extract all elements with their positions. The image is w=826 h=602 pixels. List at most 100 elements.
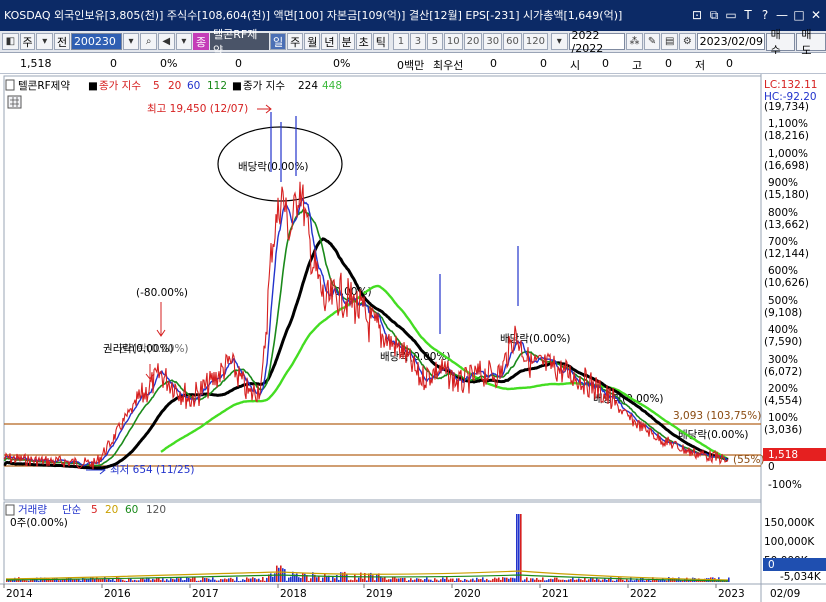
period-tab-1[interactable]: 주: [287, 33, 304, 50]
restore-icon[interactable]: ⧉: [708, 0, 720, 31]
chevron-down-icon[interactable]: ▾: [36, 33, 54, 50]
axis-price-0: (19,734): [764, 101, 809, 113]
interval-tab-120[interactable]: 120: [522, 33, 548, 50]
window-icon[interactable]: ▭: [725, 0, 737, 31]
best-bid-label: 최우선: [433, 59, 464, 72]
interval-tab-10[interactable]: 10: [443, 33, 463, 50]
help-icon[interactable]: ⊡: [691, 0, 703, 31]
sell-button[interactable]: 매도: [796, 28, 826, 57]
draw-icon[interactable]: ✎: [643, 33, 661, 50]
period-tab-6[interactable]: 틱: [372, 33, 389, 50]
axis-pct-8: 400%: [768, 324, 798, 336]
volume-bar: [262, 577, 264, 582]
period-unit-select[interactable]: 주: [19, 33, 36, 50]
volume-bar: [554, 577, 556, 582]
volume-bar: [470, 579, 472, 582]
volume-bar: [264, 580, 266, 582]
volume-bar: [238, 581, 240, 582]
date-input[interactable]: 2023/02/09: [696, 33, 765, 50]
period-tab-3[interactable]: 년: [321, 33, 338, 50]
chart-canvas[interactable]: 텔콘RF제약 ■ 종가 지수 5 20 60 112 ■ 종가 지수 224 4…: [0, 74, 826, 602]
minus100-axis: -100%: [768, 479, 802, 491]
gear-icon[interactable]: ⚙: [679, 33, 696, 50]
volume-bar: [26, 580, 28, 582]
code-dropdown-icon[interactable]: ▾: [122, 33, 140, 50]
stock-code-input[interactable]: 200230: [70, 33, 122, 50]
speaker-dropdown-icon[interactable]: ▾: [175, 33, 193, 50]
axis-pct-6: 600%: [768, 265, 798, 277]
volume-bar: [542, 577, 544, 582]
speaker-icon[interactable]: ◀: [157, 33, 175, 50]
volume-bar: [588, 579, 590, 582]
volume-bar: [126, 581, 128, 582]
axis-price-11: (3,036): [764, 424, 802, 436]
period-tab-5[interactable]: 초: [355, 33, 372, 50]
volume-bar: [304, 573, 306, 582]
price-chart[interactable]: 텔콘RF제약 ■ 종가 지수 5 20 60 112 ■ 종가 지수 224 4…: [0, 74, 826, 602]
volume-bar: [392, 577, 394, 582]
volume-bar: [520, 514, 522, 582]
range-dropdown-icon[interactable]: ▾: [550, 33, 568, 50]
volume-bar: [480, 579, 482, 582]
axis-price-1: (18,216): [764, 130, 809, 142]
buy-button[interactable]: 매수: [765, 28, 796, 57]
volume-bar: [532, 578, 534, 582]
period-tab-2[interactable]: 월: [304, 33, 321, 50]
volume-bar: [186, 577, 188, 582]
prev-button[interactable]: 전: [54, 33, 70, 50]
price-change: 0: [110, 57, 117, 70]
interval-tab-30[interactable]: 30: [483, 33, 503, 50]
toolbar: ◧ 주 ▾ 전 200230 ▾ ⌕ ◀ ▾ 종 텔콘RF제약 일주월년분초틱 …: [0, 28, 826, 57]
volume-bar: [484, 580, 486, 582]
font-icon[interactable]: T: [742, 0, 754, 31]
range-input[interactable]: 2022 /2022: [568, 29, 626, 55]
volume-bar: [354, 574, 356, 582]
layout-icon[interactable]: ◧: [2, 33, 19, 50]
ask-price: 0: [540, 57, 547, 70]
volume-bar: [346, 573, 348, 582]
volume-bar: [550, 578, 552, 582]
volume-bar: [658, 580, 660, 582]
interval-tab-5[interactable]: 5: [426, 33, 443, 50]
period-tab-0[interactable]: 일: [270, 33, 287, 50]
cursor-date-label: 02/09: [770, 588, 800, 600]
low-price: 0: [726, 57, 733, 70]
volume-bar: [280, 565, 282, 582]
axis-price-3: (15,180): [764, 189, 809, 201]
volume-bar: [552, 579, 554, 582]
axis-price-5: (12,144): [764, 248, 809, 260]
volume-bar: [298, 577, 300, 582]
axis-pct-9: 300%: [768, 354, 798, 366]
volume-bar: [624, 580, 626, 582]
volume-bar: [74, 579, 76, 582]
search-icon[interactable]: ⌕: [140, 33, 157, 50]
interval-tab-60[interactable]: 60: [503, 33, 522, 50]
volume-bar: [320, 580, 322, 582]
volume-bar: [482, 577, 484, 582]
interval-tab-20[interactable]: 20: [463, 33, 483, 50]
volume-bar: [536, 578, 538, 582]
interval-tab-1[interactable]: 1: [392, 33, 409, 50]
volume-bar: [474, 580, 476, 582]
volume-bar: [114, 580, 116, 582]
print-icon[interactable]: ▤: [661, 33, 678, 50]
volume-bar: [152, 578, 154, 582]
volume-bar: [564, 580, 566, 582]
interval-tab-3[interactable]: 3: [409, 33, 426, 50]
volume-bar: [452, 578, 454, 582]
period-tab-4[interactable]: 분: [338, 33, 355, 50]
volume-bar: [228, 578, 230, 582]
question-icon[interactable]: ?: [759, 0, 771, 31]
grid-toggle-icon[interactable]: [7, 95, 22, 109]
volume-bar: [176, 577, 178, 582]
volume-bar: [366, 580, 368, 582]
indicator-icon[interactable]: ⁂: [626, 33, 643, 50]
open-label: 시: [570, 59, 581, 72]
volume-bar: [644, 580, 646, 582]
volume-bar: [654, 579, 656, 582]
volume-bar: [276, 565, 278, 582]
volume-bar: [222, 579, 224, 582]
volume-bar: [638, 580, 640, 582]
legend-ma2-label: 종가 지수: [243, 80, 285, 92]
volume-bar: [242, 579, 244, 582]
